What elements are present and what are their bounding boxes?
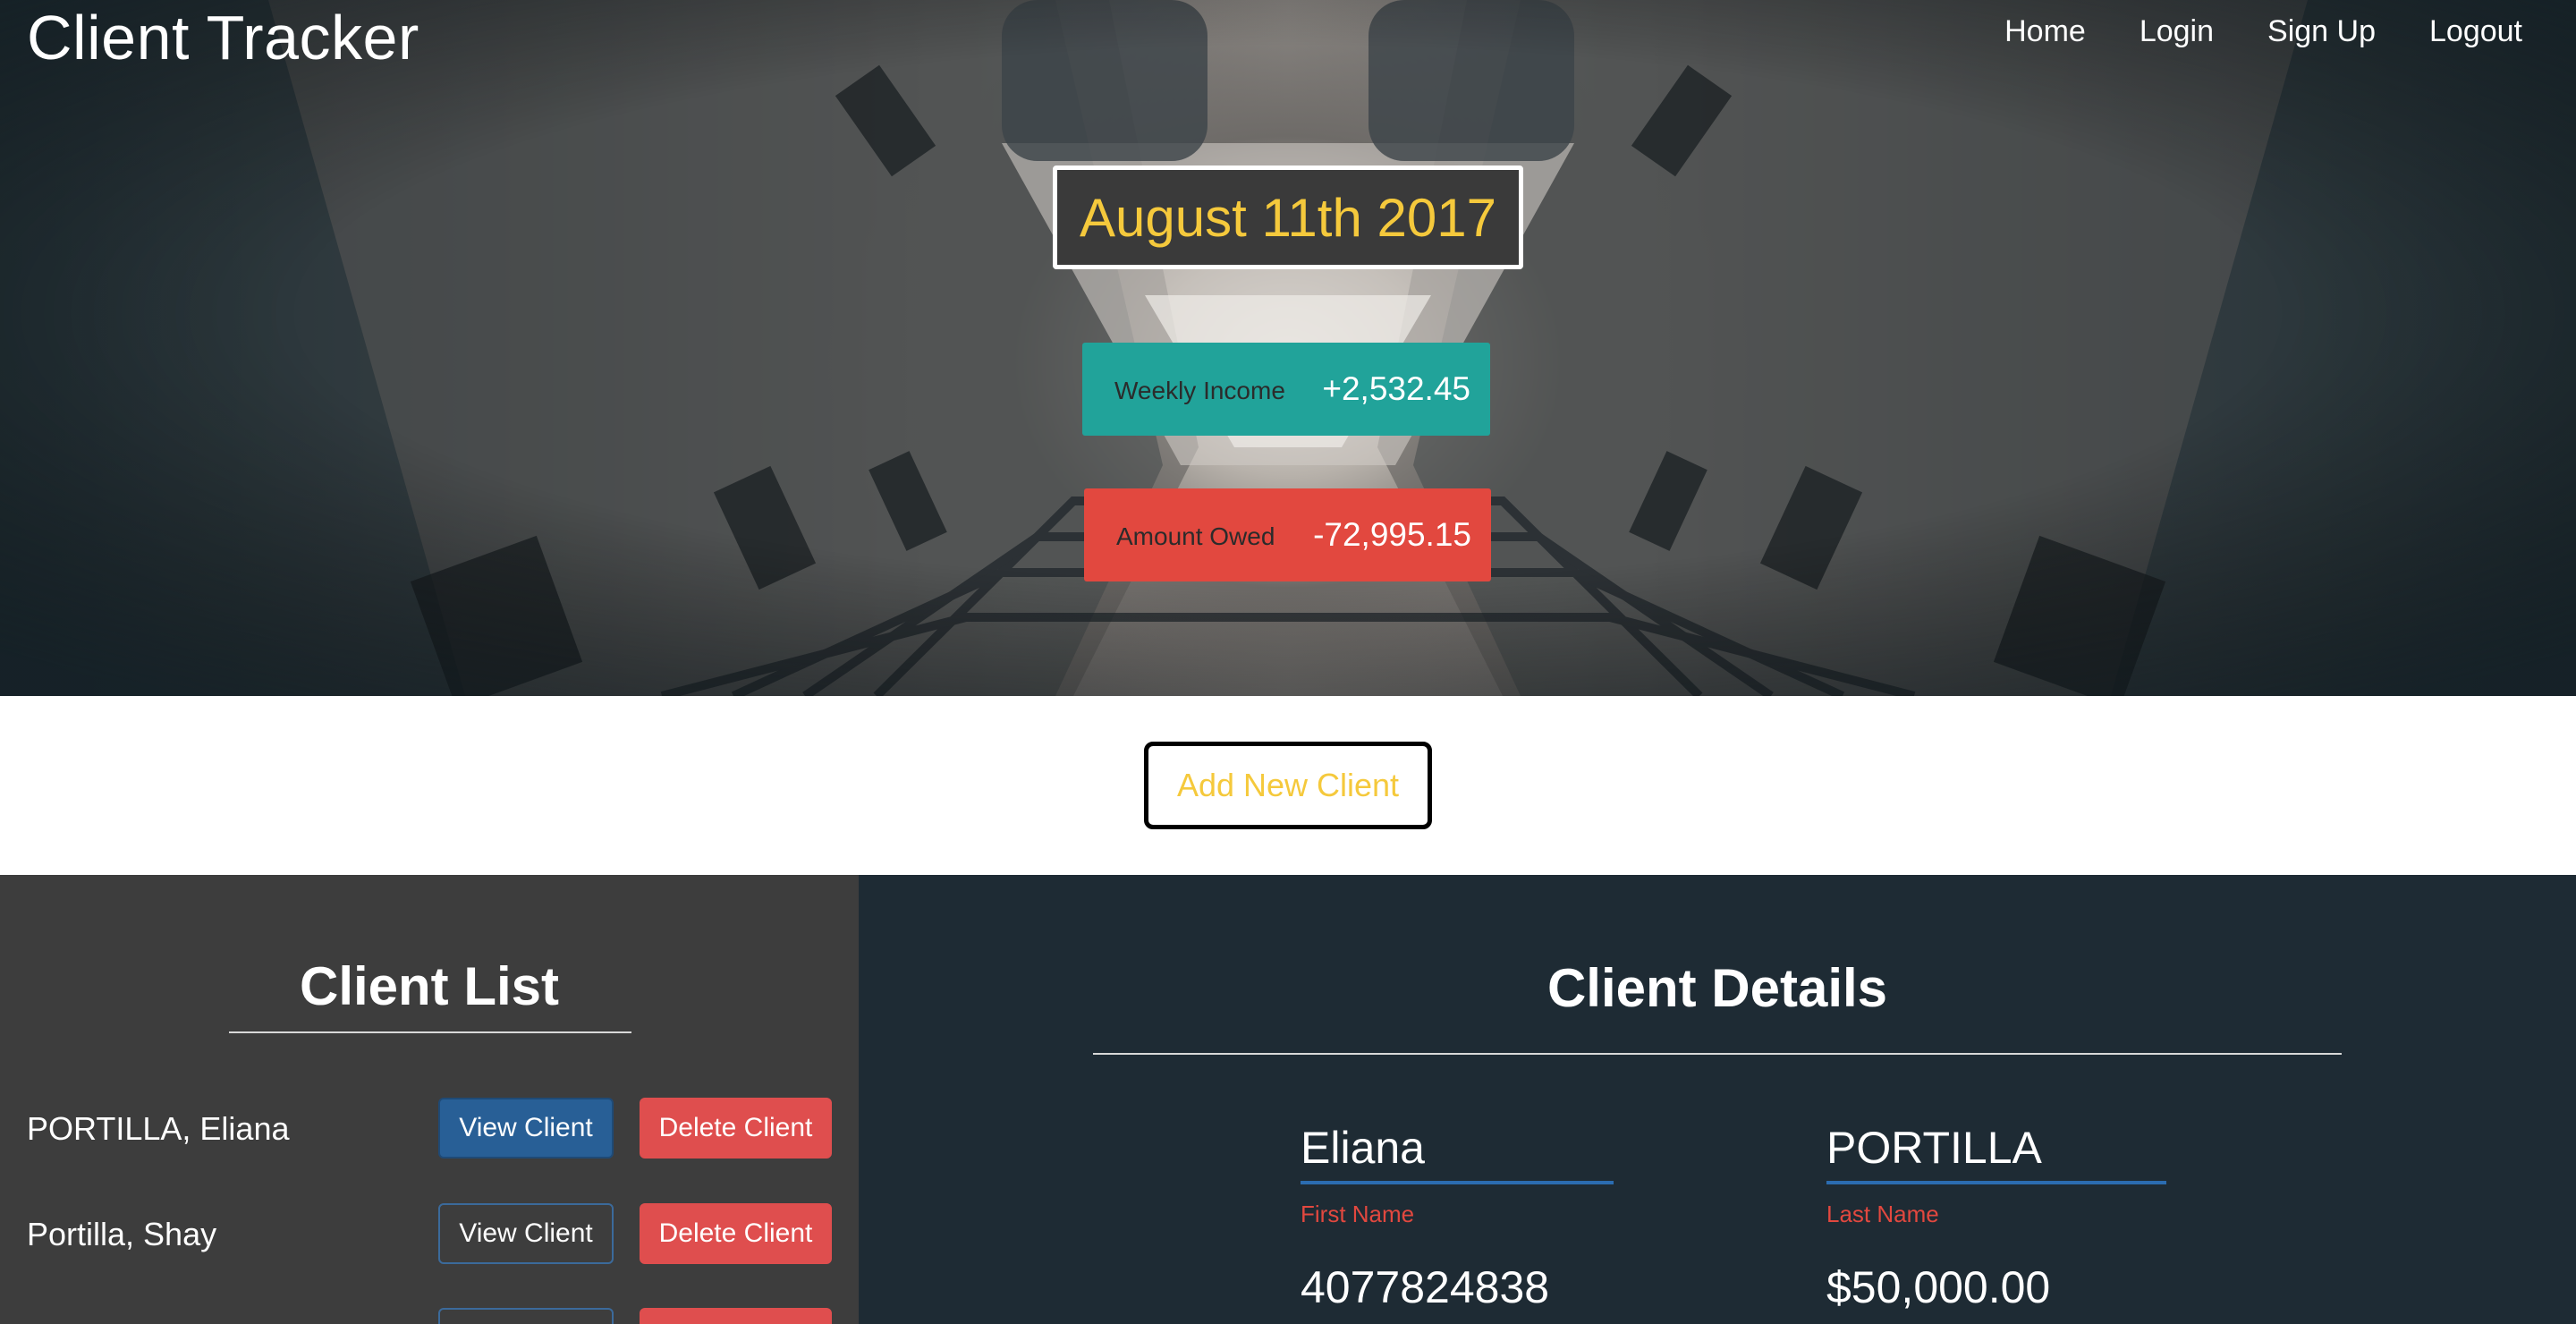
weekly-income-label: Weekly Income	[1114, 377, 1285, 404]
client-details-title: Client Details	[1546, 958, 1888, 1018]
amount-owed-value: -72,995.15	[1313, 516, 1471, 553]
view-client-button[interactable]	[438, 1308, 614, 1324]
nav-home-link[interactable]: Home	[2004, 14, 2086, 49]
client-name: Portilla, Shay	[27, 1216, 217, 1252]
nav-login-link[interactable]: Login	[2140, 14, 2214, 49]
delete-client-button[interactable]	[640, 1308, 832, 1324]
add-new-client-button[interactable]: Add New Client	[1144, 742, 1432, 829]
client-row	[0, 1308, 859, 1324]
delete-client-button[interactable]: Delete Client	[640, 1098, 832, 1158]
amount-owed-label: Amount Owed	[1116, 522, 1275, 550]
first-name-underline	[1301, 1181, 1614, 1184]
client-details-divider	[1093, 1053, 2342, 1055]
client-row: PORTILLA, Eliana View Client Delete Clie…	[0, 1098, 859, 1160]
last-name-label: Last Name	[1826, 1201, 1939, 1227]
nav-logout-link[interactable]: Logout	[2429, 14, 2522, 49]
first-name-label: First Name	[1301, 1201, 1415, 1227]
phone-field: 4077824838	[1301, 1261, 1549, 1313]
balance-value: $50,000.00	[1826, 1262, 2051, 1312]
amount-owed-card: Amount Owed -72,995.15	[1084, 488, 1491, 581]
delete-client-button[interactable]: Delete Client	[640, 1203, 832, 1264]
client-details-panel: Client Details Eliana First Name PORTILL…	[859, 875, 2576, 1324]
last-name-value: PORTILLA	[1826, 1123, 2042, 1173]
client-list-panel: Client List PORTILLA, Eliana View Client…	[0, 875, 859, 1324]
client-list-title: Client List	[299, 956, 559, 1016]
weekly-income-value: +2,532.45	[1322, 370, 1470, 407]
top-nav: Home Login Sign Up Logout	[2004, 14, 2522, 49]
client-row: Portilla, Shay View Client Delete Client	[0, 1203, 859, 1266]
first-name-value: Eliana	[1301, 1123, 1425, 1173]
nav-signup-link[interactable]: Sign Up	[2267, 14, 2376, 49]
view-client-button[interactable]: View Client	[438, 1203, 614, 1264]
view-client-button[interactable]: View Client	[438, 1098, 614, 1158]
balance-field: $50,000.00	[1826, 1261, 2050, 1313]
last-name-field: PORTILLA Last Name	[1826, 1122, 2166, 1228]
first-name-field: Eliana First Name	[1301, 1122, 1614, 1228]
client-list-divider	[229, 1031, 631, 1033]
weekly-income-card: Weekly Income +2,532.45	[1082, 343, 1490, 436]
client-name: PORTILLA, Eliana	[27, 1110, 290, 1147]
current-date: August 11th 2017	[1053, 166, 1523, 269]
brand-title[interactable]: Client Tracker	[27, 2, 419, 73]
hero-banner: Client Tracker Home Login Sign Up Logout…	[0, 0, 2576, 696]
phone-value: 4077824838	[1301, 1262, 1550, 1312]
last-name-underline	[1826, 1181, 2166, 1184]
